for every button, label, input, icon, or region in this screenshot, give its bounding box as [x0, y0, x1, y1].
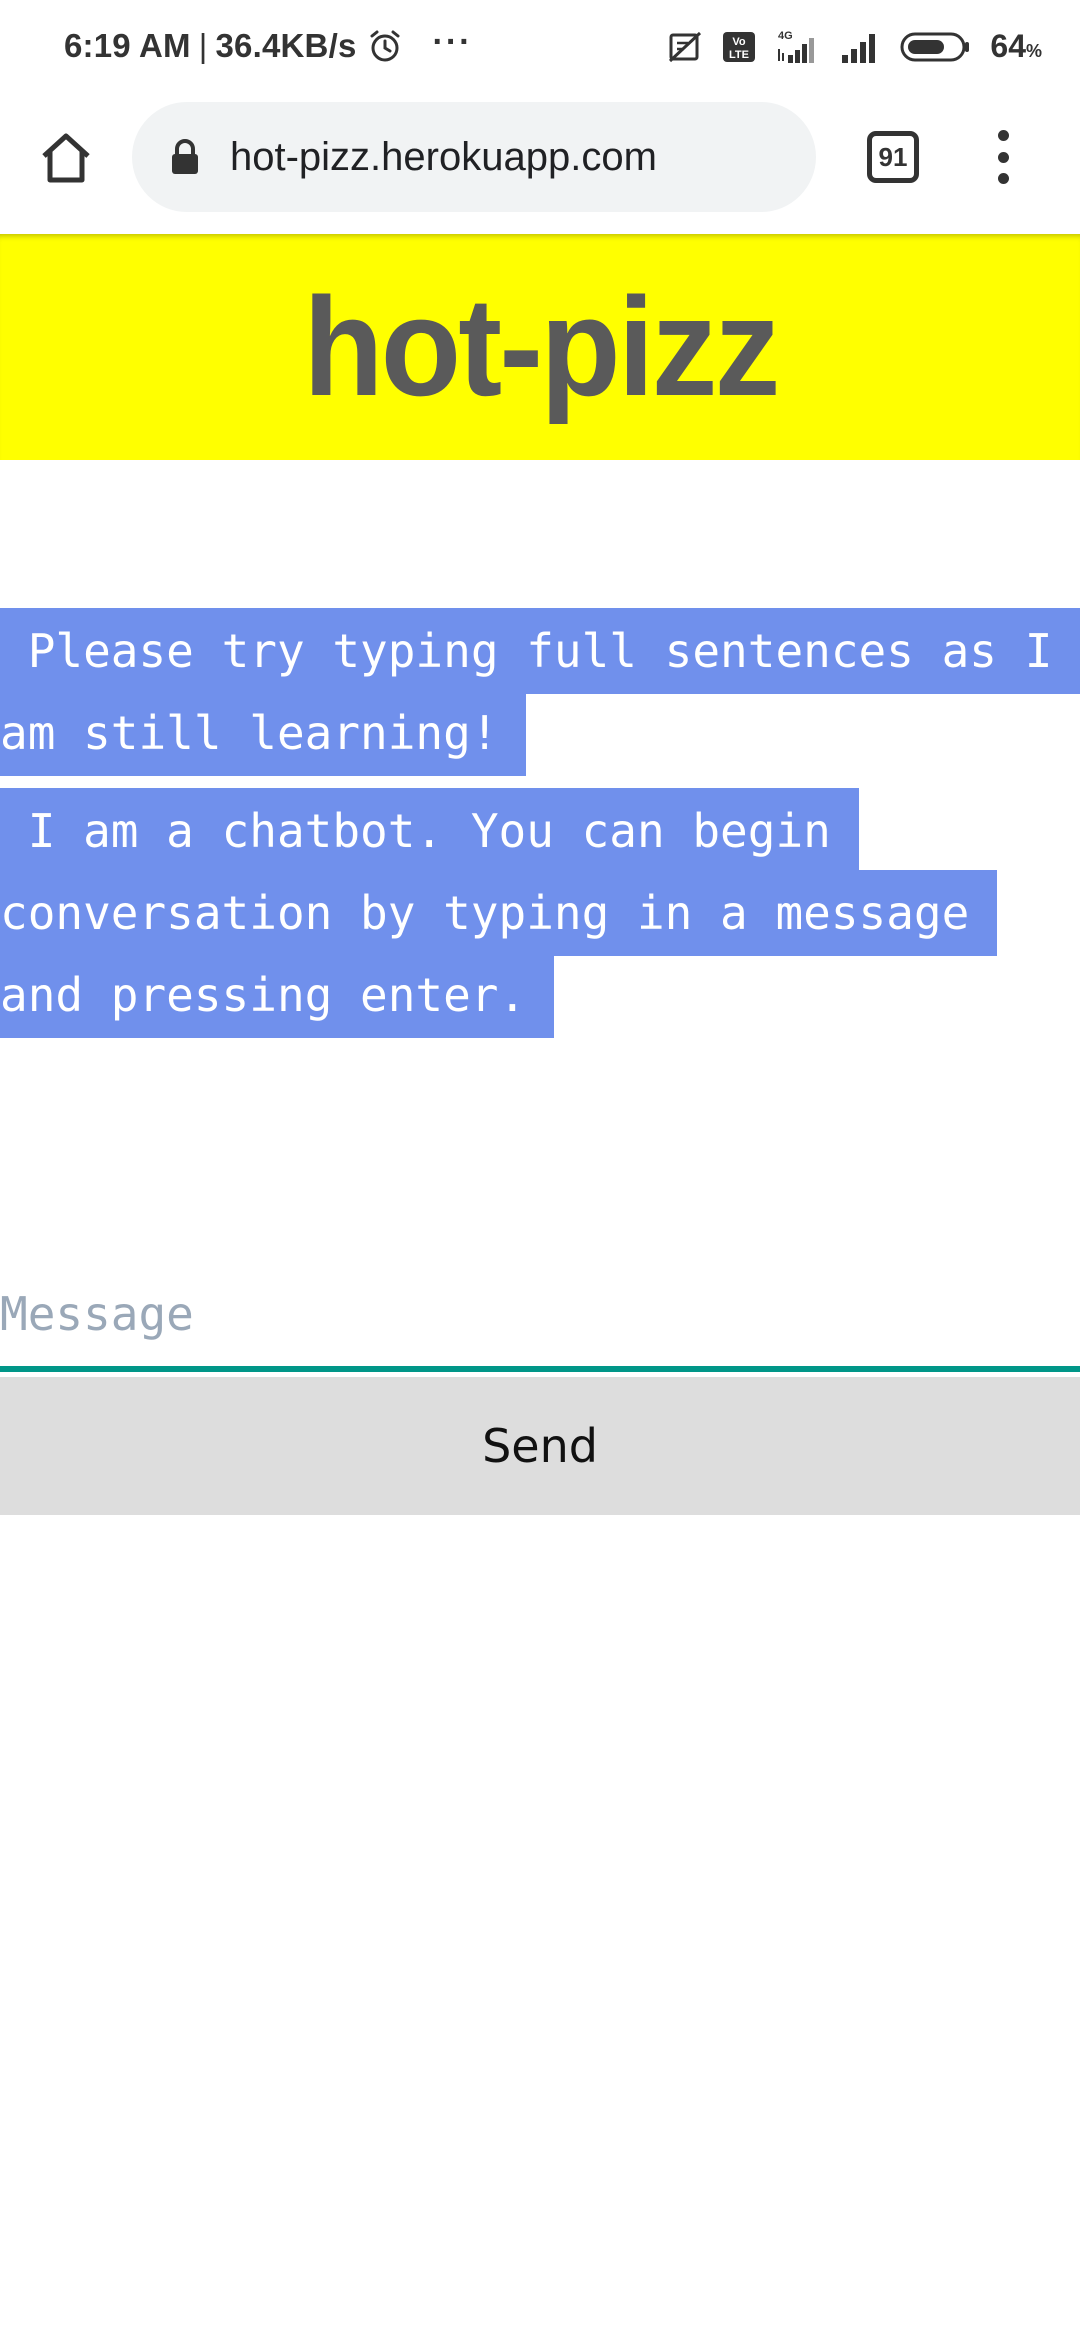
url-text: hot-pizz.herokuapp.com: [230, 134, 657, 179]
tabs-icon[interactable]: 91: [867, 131, 919, 183]
svg-text:4G: 4G: [778, 30, 793, 42]
battery-percent-value: 64: [990, 28, 1026, 64]
network-speed: 36.4KB/s: [215, 27, 357, 64]
message-input[interactable]: [0, 1262, 1080, 1372]
menu-dot: [997, 173, 1009, 184]
home-icon[interactable]: [36, 128, 96, 188]
tab-count: 91: [878, 141, 908, 172]
status-separator: |: [198, 27, 208, 64]
page-header: hot-pizz: [0, 234, 1080, 460]
chat-message: I am a chatbot. You can begin conversati…: [0, 788, 998, 1038]
chat-message-text: Please try typing full sentences as I am…: [0, 608, 1080, 776]
volte-icon: Vo LTE: [723, 31, 756, 62]
send-button[interactable]: Send: [0, 1377, 1080, 1515]
chat-messages: Please try typing full sentences as I am…: [0, 608, 1080, 1052]
browser-toolbar: hot-pizz.herokuapp.com 91: [0, 100, 1080, 234]
battery-icon: [900, 32, 970, 61]
menu-dot: [997, 151, 1009, 163]
menu-dot: [997, 130, 1009, 141]
status-bar: 6:19 AM | 36.4KB/s ··· Vo LTE 4G 64%: [0, 0, 1080, 100]
signal-icon: [842, 33, 876, 63]
lock-icon: [172, 139, 198, 174]
svg-text:LTE: LTE: [729, 49, 749, 61]
menu-icon[interactable]: [988, 130, 1018, 184]
chat-message: Please try typing full sentences as I am…: [0, 608, 1080, 776]
alarm-icon: [370, 30, 400, 62]
more-notifications-indicator: ···: [432, 22, 473, 61]
status-left: 6:19 AM | 36.4KB/s ···: [64, 23, 472, 65]
address-bar[interactable]: hot-pizz.herokuapp.com: [132, 102, 816, 212]
status-time: 6:19 AM: [64, 27, 191, 64]
signal-4g-icon: 4G: [778, 30, 815, 63]
page-title: hot-pizz: [302, 268, 780, 425]
svg-text:Vo: Vo: [733, 36, 747, 48]
battery-percent-unit: %: [1025, 41, 1042, 61]
chat-message-text: I am a chatbot. You can begin conversati…: [0, 788, 998, 1038]
battery-percent: 64%: [990, 28, 1042, 65]
status-right: Vo LTE 4G 64%: [668, 28, 1042, 65]
no-sim-icon: [669, 31, 702, 62]
